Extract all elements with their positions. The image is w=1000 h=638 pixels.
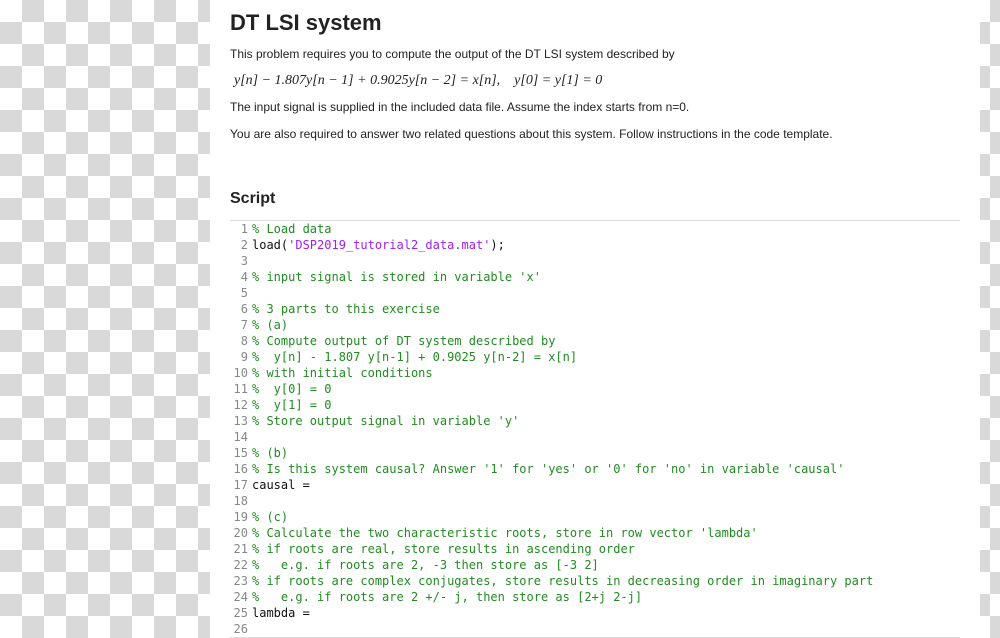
line-number: 10 bbox=[230, 365, 252, 381]
code-line: 3 bbox=[230, 253, 960, 269]
equation: y[n] − 1.807y[n − 1] + 0.9025y[n − 2] = … bbox=[234, 73, 960, 89]
code-content: % y[0] = 0 bbox=[252, 381, 960, 397]
line-number: 3 bbox=[230, 253, 252, 269]
code-line: 24% e.g. if roots are 2 +/- j, then stor… bbox=[230, 589, 960, 605]
code-content: % Compute output of DT system described … bbox=[252, 333, 960, 349]
code-line: 1% Load data bbox=[230, 221, 960, 237]
code-line: 4% input signal is stored in variable 'x… bbox=[230, 269, 960, 285]
page-title: DT LSI system bbox=[230, 10, 960, 36]
code-content: % Calculate the two characteristic roots… bbox=[252, 525, 960, 541]
code-content bbox=[252, 253, 960, 269]
code-line: 23% if roots are complex conjugates, sto… bbox=[230, 573, 960, 589]
code-line: 17causal = bbox=[230, 477, 960, 493]
code-line: 12% y[1] = 0 bbox=[230, 397, 960, 413]
line-number: 25 bbox=[230, 605, 252, 621]
code-content: % Store output signal in variable 'y' bbox=[252, 413, 960, 429]
code-content: % y[n] - 1.807 y[n-1] + 0.9025 y[n-2] = … bbox=[252, 349, 960, 365]
code-content: % if roots are complex conjugates, store… bbox=[252, 573, 960, 589]
document-page: DT LSI system This problem requires you … bbox=[210, 0, 980, 638]
line-number: 5 bbox=[230, 285, 252, 301]
code-line: 10% with initial conditions bbox=[230, 365, 960, 381]
line-number: 4 bbox=[230, 269, 252, 285]
code-content: causal = bbox=[252, 477, 960, 493]
line-number: 19 bbox=[230, 509, 252, 525]
code-content: % Is this system causal? Answer '1' for … bbox=[252, 461, 960, 477]
code-line: 19% (c) bbox=[230, 509, 960, 525]
line-number: 12 bbox=[230, 397, 252, 413]
code-content: % (a) bbox=[252, 317, 960, 333]
code-line: 20% Calculate the two characteristic roo… bbox=[230, 525, 960, 541]
line-number: 7 bbox=[230, 317, 252, 333]
intro-paragraph-2: The input signal is supplied in the incl… bbox=[230, 99, 960, 116]
script-heading: Script bbox=[230, 190, 960, 208]
intro-paragraph-3: You are also required to answer two rela… bbox=[230, 126, 960, 143]
code-line: 25lambda = bbox=[230, 605, 960, 621]
code-editor[interactable]: 1% Load data2load('DSP2019_tutorial2_dat… bbox=[230, 220, 960, 638]
code-content: % Load data bbox=[252, 221, 960, 237]
line-number: 17 bbox=[230, 477, 252, 493]
code-content: % with initial conditions bbox=[252, 365, 960, 381]
code-line: 9% y[n] - 1.807 y[n-1] + 0.9025 y[n-2] =… bbox=[230, 349, 960, 365]
code-line: 13% Store output signal in variable 'y' bbox=[230, 413, 960, 429]
code-line: 15% (b) bbox=[230, 445, 960, 461]
code-line: 18 bbox=[230, 493, 960, 509]
code-line: 11% y[0] = 0 bbox=[230, 381, 960, 397]
line-number: 22 bbox=[230, 557, 252, 573]
code-content: load('DSP2019_tutorial2_data.mat'); bbox=[252, 237, 960, 253]
line-number: 24 bbox=[230, 589, 252, 605]
intro-paragraph-1: This problem requires you to compute the… bbox=[230, 46, 960, 63]
code-content: % e.g. if roots are 2 +/- j, then store … bbox=[252, 589, 960, 605]
line-number: 11 bbox=[230, 381, 252, 397]
code-line: 6% 3 parts to this exercise bbox=[230, 301, 960, 317]
line-number: 20 bbox=[230, 525, 252, 541]
code-content: % y[1] = 0 bbox=[252, 397, 960, 413]
code-line: 5 bbox=[230, 285, 960, 301]
code-content: % 3 parts to this exercise bbox=[252, 301, 960, 317]
line-number: 15 bbox=[230, 445, 252, 461]
line-number: 2 bbox=[230, 237, 252, 253]
line-number: 9 bbox=[230, 349, 252, 365]
code-content: % input signal is stored in variable 'x' bbox=[252, 269, 960, 285]
line-number: 21 bbox=[230, 541, 252, 557]
line-number: 13 bbox=[230, 413, 252, 429]
code-line: 21% if roots are real, store results in … bbox=[230, 541, 960, 557]
line-number: 16 bbox=[230, 461, 252, 477]
line-number: 6 bbox=[230, 301, 252, 317]
code-content bbox=[252, 429, 960, 445]
code-content: % (c) bbox=[252, 509, 960, 525]
code-line: 14 bbox=[230, 429, 960, 445]
code-line: 26 bbox=[230, 621, 960, 637]
line-number: 23 bbox=[230, 573, 252, 589]
code-content: % e.g. if roots are 2, -3 then store as … bbox=[252, 557, 960, 573]
line-number: 14 bbox=[230, 429, 252, 445]
code-line: 8% Compute output of DT system described… bbox=[230, 333, 960, 349]
code-line: 22% e.g. if roots are 2, -3 then store a… bbox=[230, 557, 960, 573]
code-line: 2load('DSP2019_tutorial2_data.mat'); bbox=[230, 237, 960, 253]
code-content bbox=[252, 285, 960, 301]
code-content: % (b) bbox=[252, 445, 960, 461]
code-content bbox=[252, 493, 960, 509]
code-content: lambda = bbox=[252, 605, 960, 621]
code-line: 7% (a) bbox=[230, 317, 960, 333]
line-number: 8 bbox=[230, 333, 252, 349]
code-content bbox=[252, 621, 960, 637]
line-number: 18 bbox=[230, 493, 252, 509]
line-number: 1 bbox=[230, 221, 252, 237]
line-number: 26 bbox=[230, 621, 252, 637]
code-line: 16% Is this system causal? Answer '1' fo… bbox=[230, 461, 960, 477]
code-content: % if roots are real, store results in as… bbox=[252, 541, 960, 557]
